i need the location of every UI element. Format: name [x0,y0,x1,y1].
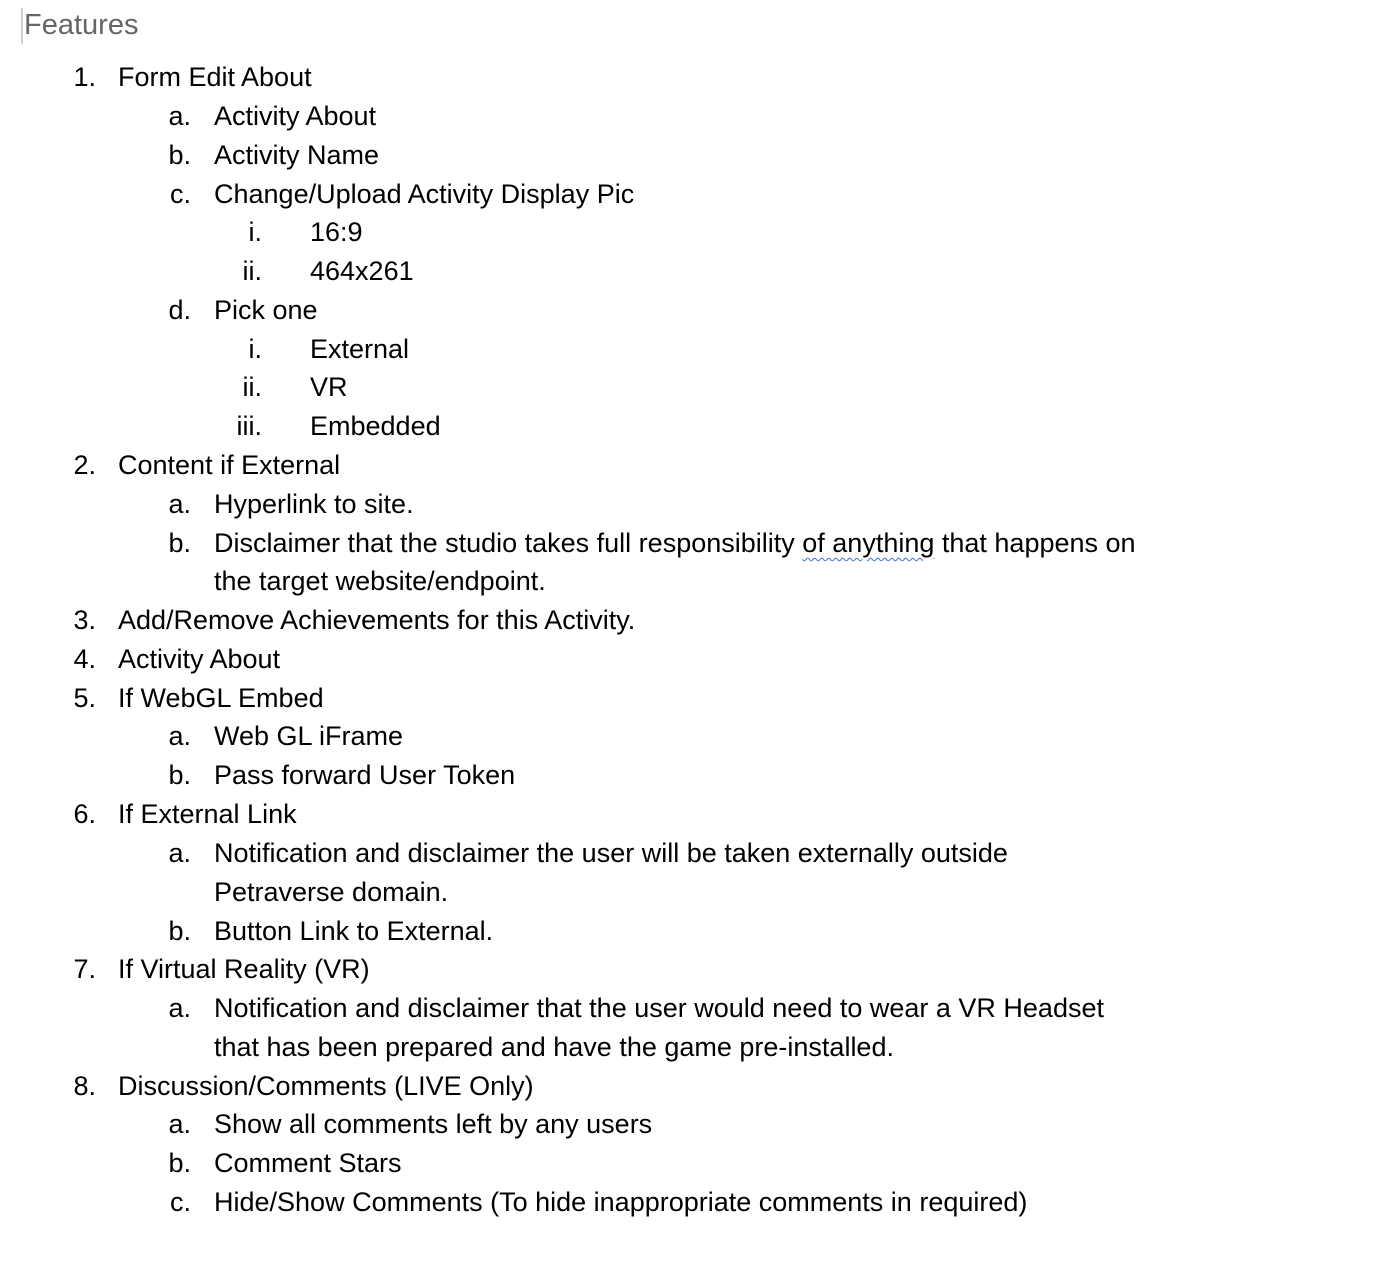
list-item-text: Disclaimer that the studio takes full re… [214,524,1136,562]
list-marker: a. [168,993,191,1023]
list-item-text: Button Link to External. [214,916,494,946]
list-item-text: Content if External [118,450,341,480]
list-item-text: Hyperlink to site. [214,489,414,519]
list-item-text: Comment Stars [214,1148,402,1178]
list-item-text: Discussion/Comments (LIVE Only) [118,1071,534,1101]
text-segment: Disclaimer that the studio takes full re… [214,528,803,558]
list-marker: d. [168,295,191,325]
spellcheck-flagged-text[interactable]: of anything [802,528,934,558]
list-item-text: Embedded [310,411,441,441]
list-marker: b. [168,760,191,790]
list-item-text: Pick one [214,295,318,325]
list-item-text: If External Link [118,799,297,829]
list-marker: i. [248,217,263,247]
list-marker: 5. [73,683,96,713]
list-marker: a. [168,489,191,519]
text-cursor [21,8,23,44]
list-item-text: that has been prepared and have the game… [214,1032,894,1062]
list-item-text: If WebGL Embed [118,683,324,713]
document-title: Features [24,9,139,41]
list-marker: b. [168,1148,191,1178]
list-item-text: Notification and disclaimer the user wil… [214,838,1008,868]
list-item-text: Hide/Show Comments (To hide inappropriat… [214,1187,1028,1217]
list-item-text: Pass forward User Token [214,760,516,790]
list-item-text: Web GL iFrame [214,721,404,751]
list-marker: 7. [73,954,96,984]
list-marker: a. [168,721,191,751]
list-marker: 4. [73,644,96,674]
list-marker: 8. [73,1071,96,1101]
list-item-text: Notification and disclaimer that the use… [214,993,1104,1023]
list-item-text: Show all comments left by any users [214,1109,653,1139]
list-marker: i. [248,334,263,364]
list-marker: 3. [73,605,96,635]
list-marker: ii. [242,256,263,286]
list-marker: c. [169,1187,191,1217]
list-item-text: Petraverse domain. [214,877,449,907]
list-item-text: 16:9 [310,217,363,247]
list-marker: b. [168,916,191,946]
list-item-text: Form Edit About [118,62,312,92]
list-marker: b. [168,140,191,170]
list-marker: 6. [73,799,96,829]
list-item-text: VR [310,372,348,402]
list-item-text: Activity About [118,644,281,674]
list-marker: a. [168,1109,191,1139]
list-marker: a. [168,101,191,131]
list-item-text: 464x261 [310,256,414,286]
list-item-text: Change/Upload Activity Display Pic [214,179,635,209]
list-marker: 1. [73,62,96,92]
text-segment: that happens on [934,528,1136,558]
list-item-text: External [310,334,410,364]
list-item-text: Activity About [214,101,377,131]
list-marker: iii. [236,411,263,441]
list-item-text: Add/Remove Achievements for this Activit… [118,605,636,635]
list-marker: a. [168,838,191,868]
list-marker: b. [168,528,191,558]
list-item-text: Activity Name [214,140,380,170]
list-item-text: the target website/endpoint. [214,566,546,596]
list-item-text: If Virtual Reality (VR) [118,954,370,984]
list-marker: c. [169,179,191,209]
list-marker: 2. [73,450,96,480]
list-marker: ii. [242,372,263,402]
